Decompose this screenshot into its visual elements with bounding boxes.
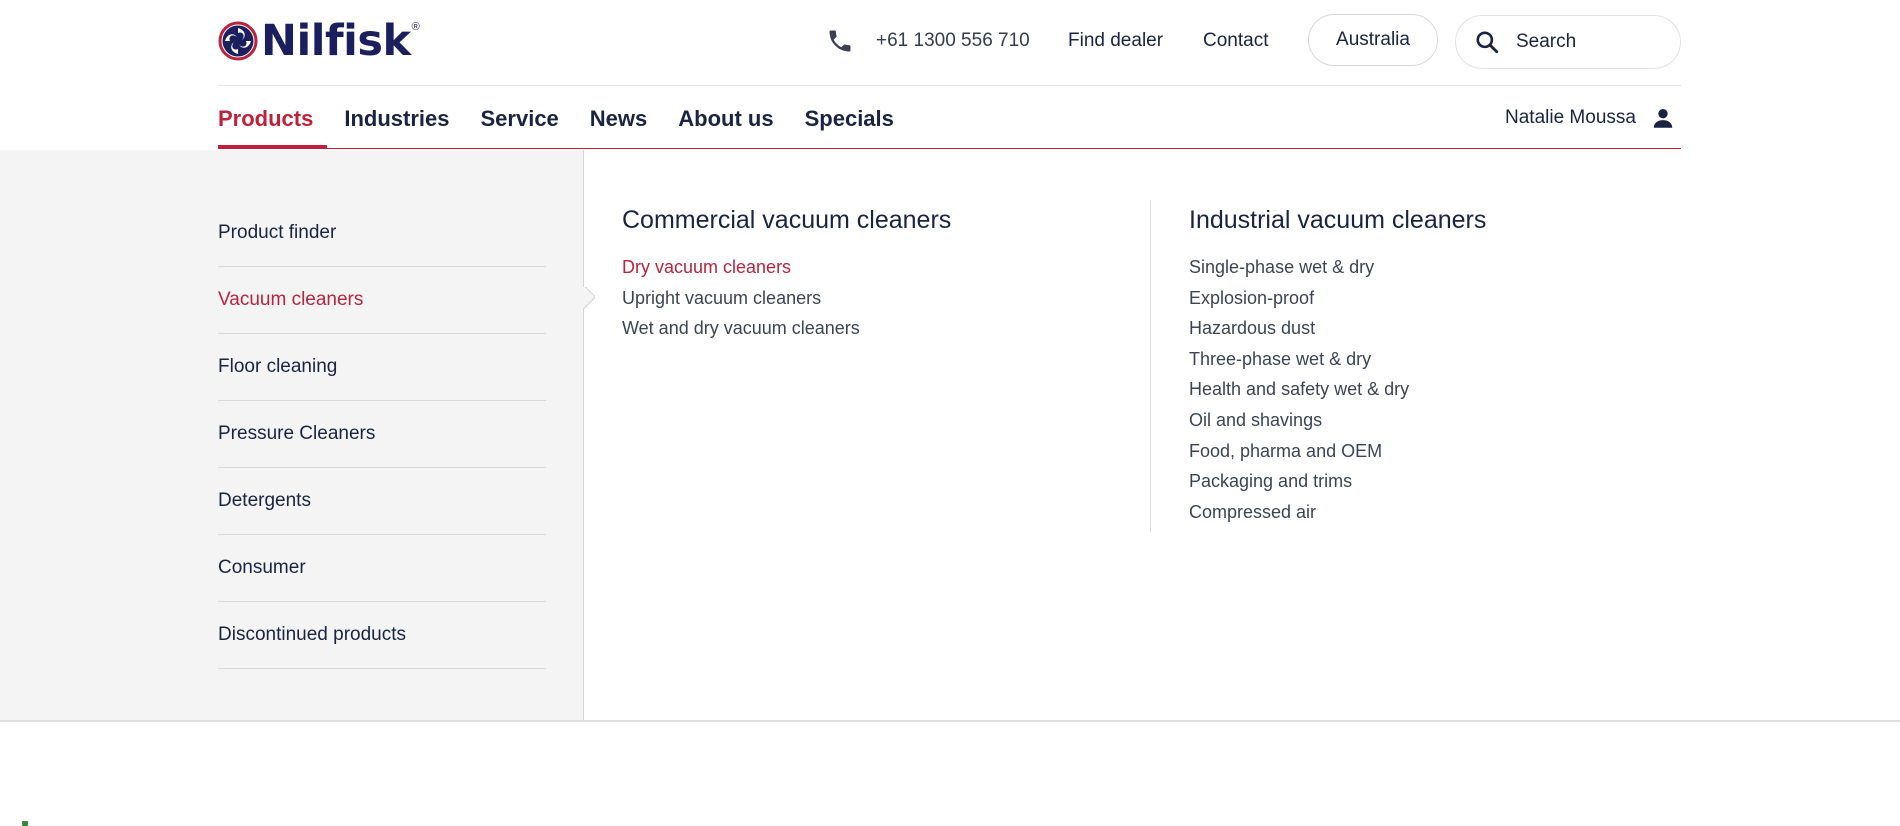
search-input[interactable] [1516,31,1676,53]
link-dry-vacuum-cleaners[interactable]: Dry vacuum cleaners [622,252,951,283]
link-single-phase-wet-dry[interactable]: Single-phase wet & dry [1189,252,1486,283]
page-corner-mark [22,821,28,826]
phone-icon [829,30,851,52]
category-list: Product finder Vacuum cleaners Floor cle… [218,200,546,669]
link-compressed-air[interactable]: Compressed air [1189,497,1486,528]
link-explosion-proof[interactable]: Explosion-proof [1189,283,1486,314]
phone-number[interactable]: +61 1300 556 710 [876,30,1030,52]
find-dealer-label[interactable]: Find dealer [1068,30,1163,52]
country-label: Australia [1336,29,1410,50]
category-vacuum-cleaners[interactable]: Vacuum cleaners [218,267,546,334]
phone-contact[interactable]: +61 1300 556 710 [826,14,1030,68]
category-product-finder[interactable]: Product finder [218,200,546,267]
column-divider [1150,200,1151,532]
category-discontinued-products[interactable]: Discontinued products [218,602,546,669]
nav-item-news[interactable]: News [590,100,647,138]
contact-label[interactable]: Contact [1203,30,1268,52]
nav-item-about-us[interactable]: About us [678,100,773,138]
category-detergents[interactable]: Detergents [218,468,546,535]
link-oil-and-shavings[interactable]: Oil and shavings [1189,405,1486,436]
country-selector-button[interactable]: Australia [1308,14,1438,66]
link-hazardous-dust[interactable]: Hazardous dust [1189,313,1486,344]
link-wet-and-dry-vacuum-cleaners[interactable]: Wet and dry vacuum cleaners [622,313,951,344]
user-account[interactable]: Natalie Moussa [1505,100,1676,136]
link-three-phase-wet-dry[interactable]: Three-phase wet & dry [1189,344,1486,375]
nav-item-products[interactable]: Products [218,100,328,149]
active-category-pointer [583,287,595,309]
commercial-column: Commercial vacuum cleaners Dry vacuum cl… [622,200,951,344]
search-icon[interactable] [1474,29,1500,55]
mega-menu-bottom-border [0,720,1900,722]
logo-wordmark: Nilfisk [261,16,411,66]
link-upright-vacuum-cleaners[interactable]: Upright vacuum cleaners [622,283,951,314]
category-consumer[interactable]: Consumer [218,535,546,602]
nav-item-specials[interactable]: Specials [805,100,894,138]
nav-item-industries[interactable]: Industries [344,100,449,138]
nav-item-service[interactable]: Service [481,100,559,138]
nilfisk-logo-icon [218,21,258,61]
nilfisk-logo[interactable]: Nilfisk ® [218,16,420,66]
category-pressure-cleaners[interactable]: Pressure Cleaners [218,401,546,468]
link-packaging-and-trims[interactable]: Packaging and trims [1189,466,1486,497]
industrial-column: Industrial vacuum cleaners Single-phase … [1189,200,1486,527]
user-name[interactable]: Natalie Moussa [1505,107,1636,129]
find-dealer-link[interactable]: Find dealer [1068,14,1163,68]
industrial-heading[interactable]: Industrial vacuum cleaners [1189,200,1486,240]
contact-link[interactable]: Contact [1203,14,1268,68]
registered-mark: ® [411,21,420,33]
category-floor-cleaning[interactable]: Floor cleaning [218,334,546,401]
user-icon[interactable] [1650,105,1676,131]
search-box[interactable] [1455,15,1681,69]
link-food-pharma-oem[interactable]: Food, pharma and OEM [1189,436,1486,467]
link-health-and-safety-wet-dry[interactable]: Health and safety wet & dry [1189,374,1486,405]
commercial-heading[interactable]: Commercial vacuum cleaners [622,200,951,240]
main-nav: Products Industries Service News About u… [218,100,925,149]
header-divider [218,85,1681,86]
nav-underline [218,148,1681,149]
